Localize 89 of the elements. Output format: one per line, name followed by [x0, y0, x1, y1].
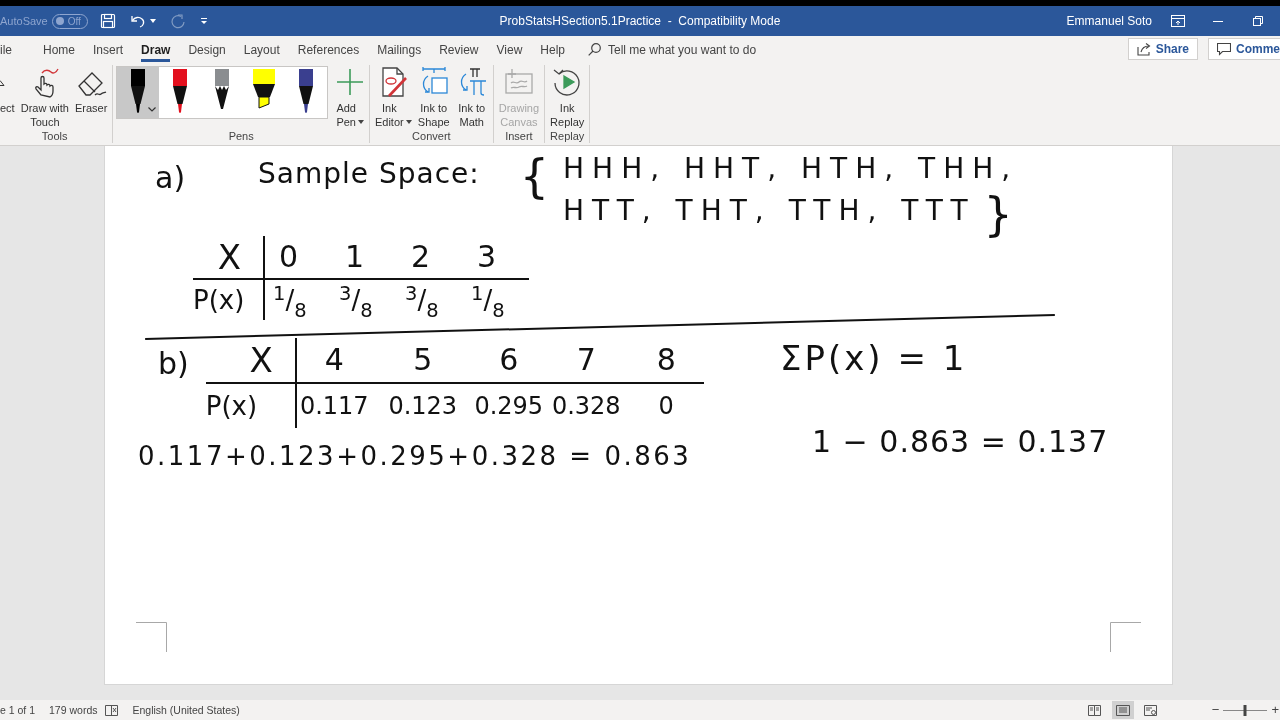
- undo-icon: [129, 13, 146, 29]
- table-cell-text: 0.123: [387, 391, 459, 422]
- search-icon: [588, 43, 601, 56]
- share-button[interactable]: Share: [1127, 38, 1198, 60]
- ribbon-group-label: Pens: [227, 129, 255, 143]
- draw-with-touch-button[interactable]: Draw with Touch: [18, 65, 71, 129]
- part-label: a): [155, 161, 186, 195]
- table-cell: P(x): [205, 384, 297, 428]
- user-name: Emmanuel Soto: [1066, 14, 1152, 28]
- plus-icon: [337, 69, 364, 95]
- close-brace: }: [983, 186, 1013, 242]
- ribbon-options-icon: [1171, 15, 1185, 27]
- table-header-cell: 1: [331, 236, 397, 280]
- table-cell-text: 0.117: [298, 391, 370, 422]
- add-pen-button[interactable]: Add Pen: [334, 65, 366, 129]
- ink-to-math-button[interactable]: Ink to Math: [453, 65, 490, 129]
- book-icon: [1088, 704, 1102, 716]
- customize-icon: [199, 17, 208, 25]
- table-header-cell: X: [205, 338, 297, 384]
- autosave-label: AutoSave: [0, 15, 48, 27]
- caret-icon: [148, 107, 157, 112]
- table-cell: P(x): [193, 280, 265, 320]
- table-cell-text: $^{1}$/$_{8}$: [470, 281, 506, 320]
- ribbon-group-label: Replay: [549, 129, 586, 143]
- table-header-cell: 7: [543, 338, 629, 384]
- comment-icon: [1217, 42, 1231, 56]
- language-label: English (United States): [132, 704, 240, 716]
- table-header-cell: 5: [371, 338, 474, 384]
- outcomes-text: HTT, THT, TTH, TTT: [563, 193, 976, 229]
- redo-icon: [169, 13, 186, 29]
- table-cell-text: 0: [657, 391, 675, 422]
- sum-rule-equation: ΣP(x) = 1: [780, 338, 968, 378]
- ribbon-group-label: Convert: [411, 129, 452, 143]
- proofing-icon: [105, 704, 119, 716]
- sum-equation: 0.117+0.123+0.295+0.328 = 0.863: [138, 440, 692, 473]
- table-cell-text: 0.295: [473, 391, 544, 422]
- ribbon-tab[interactable]: Layout: [243, 36, 280, 62]
- save-icon: [99, 13, 116, 29]
- comments-button[interactable]: Comme: [1208, 38, 1280, 60]
- tell-me-search-field[interactable]: Tell me what you want to do: [608, 42, 788, 57]
- ink-editor-button[interactable]: Ink Editor: [372, 65, 414, 129]
- ribbon-tab[interactable]: Review: [439, 36, 479, 62]
- outcomes-text: HHH, HHT, HTH, THH,: [563, 151, 1019, 187]
- complement-equation: 1 − 0.863 = 0.137: [812, 423, 1109, 461]
- ribbon-tab[interactable]: References: [297, 36, 360, 62]
- corner-mark-icon: [1110, 622, 1141, 652]
- table-cell-text: $^{3}$/$_{8}$: [404, 281, 440, 320]
- select-button[interactable]: ect: [0, 65, 17, 115]
- ribbon-group-label: Tools: [40, 129, 69, 143]
- table-cell-text: 0.328: [550, 391, 622, 422]
- table-header-cell: 6: [473, 338, 544, 384]
- pointer-icon: [0, 80, 5, 86]
- share-icon: [1136, 42, 1151, 56]
- table-cell-text: $^{1}$/$_{8}$: [272, 281, 308, 320]
- corner-mark-icon: [136, 622, 167, 652]
- ribbon-group-label: Insert: [504, 129, 534, 143]
- page-layout-icon: [1115, 704, 1130, 716]
- eraser-button[interactable]: Eraser: [73, 65, 110, 115]
- web-layout-icon: [1144, 704, 1158, 716]
- restore-icon: [1253, 16, 1263, 26]
- zoom-slider-thumb[interactable]: [1243, 704, 1247, 716]
- open-brace: {: [519, 148, 550, 205]
- ribbon-tab[interactable]: Help: [540, 36, 565, 62]
- sample-space-label: Sample Space:: [258, 156, 480, 192]
- ribbon-tab[interactable]: Mailings: [377, 36, 422, 62]
- zoom-in-button[interactable]: +: [1271, 703, 1279, 717]
- ribbon-tab[interactable]: Design: [188, 36, 226, 62]
- ribbon-tab[interactable]: ile: [0, 36, 12, 62]
- toggle-knob-icon: [55, 17, 64, 25]
- window-title: ProbStatsHSection5.1Practice - Compatibility Mode: [499, 14, 781, 28]
- page-count: e 1 of 1: [0, 704, 36, 716]
- table-header-cell: 3: [463, 236, 529, 280]
- table-header-cell: X: [193, 236, 265, 280]
- ribbon-tab[interactable]: View: [496, 36, 523, 62]
- ribbon-tab[interactable]: Home: [43, 36, 76, 62]
- table-header-cell: 8: [628, 338, 704, 384]
- pen-swatch[interactable]: [117, 67, 160, 118]
- table-header-cell: 2: [397, 236, 463, 280]
- word-count: 179 words: [49, 704, 98, 716]
- part-label: b): [158, 346, 189, 383]
- minimize-icon: [1213, 20, 1223, 22]
- ribbon-tab[interactable]: Insert: [93, 36, 124, 62]
- ink-replay-button[interactable]: Ink Replay: [548, 65, 587, 129]
- table-header-cell: 4: [296, 338, 372, 384]
- table-cell-text: $^{3}$/$_{8}$: [338, 281, 374, 320]
- table-header-cell: 0: [265, 236, 331, 280]
- print-layout-button[interactable]: [1111, 701, 1134, 719]
- zoom-out-button[interactable]: −: [1211, 703, 1220, 717]
- ink-to-shape-button[interactable]: Ink to Shape: [415, 65, 452, 129]
